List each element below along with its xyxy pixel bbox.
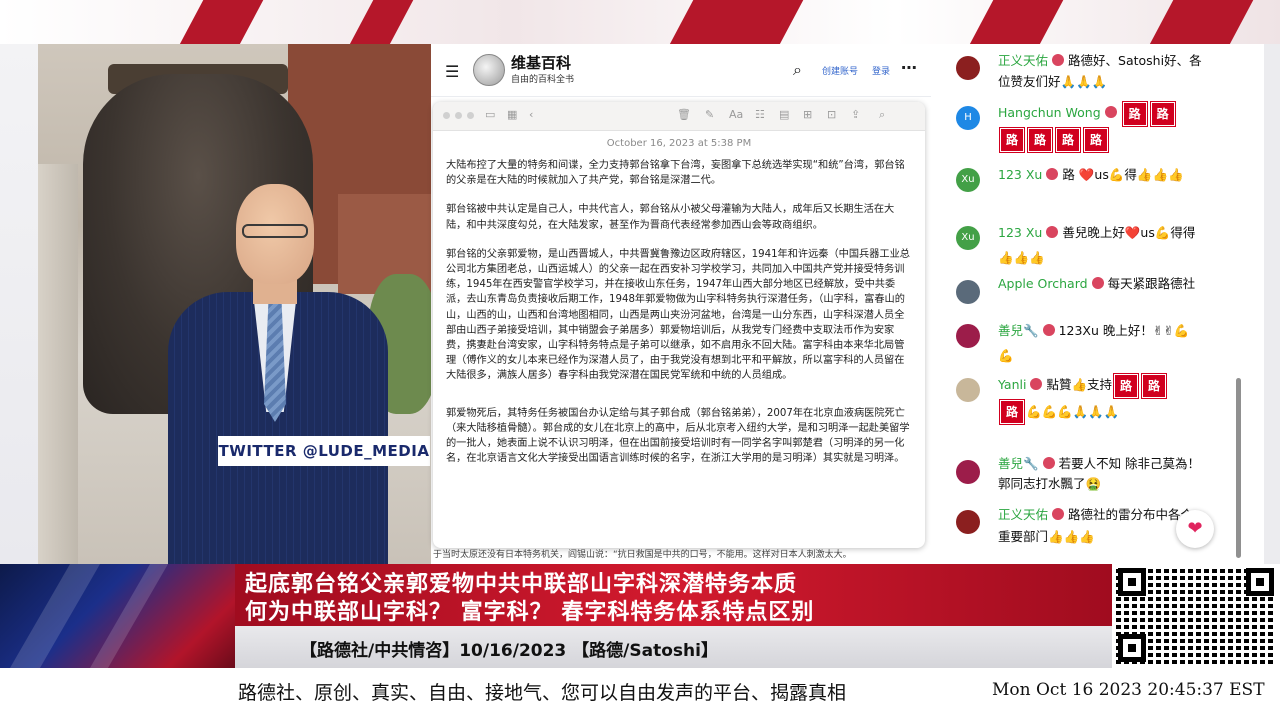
member-badge-icon (1104, 106, 1117, 118)
lude-logo-thumbnail (0, 564, 235, 668)
main-panel: TWITTER @LUDE_MEDIA ☰ 维基百科 自由的百科全书 ⌕ 创建账… (38, 44, 1264, 564)
avatar[interactable] (956, 378, 980, 402)
window-minimize-dot[interactable] (455, 112, 462, 119)
right-background (1264, 44, 1280, 564)
checklist-icon[interactable]: ☷ (755, 108, 765, 121)
window-close-dot[interactable] (443, 112, 450, 119)
wiki-title[interactable]: 维基百科 (511, 52, 571, 73)
note-paragraph: 大陆布控了大量的特务和间谍，全力支持郭台铭拿下台湾，妄图拿下总统选举实现“和统”… (446, 160, 905, 187)
create-account-link[interactable]: 创建账号 (822, 64, 858, 77)
member-badge-icon (1091, 277, 1104, 289)
left-background (0, 44, 38, 564)
wiki-header: ☰ 维基百科 自由的百科全书 ⌕ 创建账号 登录 ⋯ (431, 44, 931, 97)
chat-author[interactable]: 善兒🔧 (998, 456, 1039, 471)
lock-icon[interactable]: ⊡ (827, 108, 836, 121)
lu-sticker: 路 (1027, 127, 1053, 153)
twitter-handle-label: TWITTER @LUDE_MEDIA (218, 436, 430, 466)
more-icon[interactable]: ⋯ (901, 58, 917, 77)
avatar[interactable] (956, 510, 980, 534)
avatar[interactable]: H (956, 106, 980, 130)
back-icon[interactable]: ‹ (529, 108, 533, 121)
sidebar-icon[interactable]: ▭ (485, 108, 495, 121)
heart-reaction-icon[interactable]: ❤ (1176, 510, 1214, 548)
wiki-subtitle: 自由的百科全书 (511, 75, 575, 85)
grid-view-icon[interactable]: ▦ (507, 108, 517, 121)
wiki-body-text: 于当时太原还没有日本特务机关，阎锡山说：“抗日救国是中共的口号，不能用。这样对日… (433, 550, 852, 560)
wikipedia-logo-icon[interactable] (473, 54, 505, 86)
login-link[interactable]: 登录 (872, 64, 890, 77)
search-notes-icon[interactable]: ⌕ (879, 108, 885, 122)
attachment-icon[interactable]: ⊞ (803, 108, 812, 121)
timestamp-clock: Mon Oct 16 2023 20:45:37 EST (992, 680, 1265, 700)
member-badge-icon (1046, 168, 1059, 180)
host-video: TWITTER @LUDE_MEDIA (38, 44, 431, 564)
member-badge-icon (1052, 54, 1065, 66)
chat-text: 路 (1062, 167, 1075, 182)
glasses (242, 224, 308, 238)
chat-emoji: ❤️us💪得👍👍👍 (1078, 167, 1184, 182)
format-icon[interactable]: Aa (729, 108, 743, 121)
chat-author[interactable]: 正义天佑 (998, 507, 1048, 522)
window-zoom-dot[interactable] (467, 112, 474, 119)
chat-author[interactable]: 正义天佑 (998, 53, 1048, 68)
qr-finder (1118, 568, 1146, 596)
lu-sticker: 路 (1113, 372, 1140, 399)
chat-scrollbar[interactable] (1236, 378, 1241, 558)
avatar[interactable] (956, 280, 980, 304)
chat-emoji: 💪💪💪🙏🙏🙏 (1026, 403, 1120, 419)
lu-sticker: 路 (1149, 100, 1176, 127)
member-badge-icon (1042, 324, 1055, 336)
thumb-stripe (89, 564, 169, 668)
note-paragraph: 郭台铭的父亲郭爱物，是山西晋城人，中共晋冀鲁豫边区政府辖区，1941年和许远秦（… (446, 248, 910, 382)
compose-icon[interactable]: ✎ (705, 108, 714, 121)
live-chat: 正义天佑 路德好、Satoshi好、各位赞友们好🙏🙏🙏 H Hangchun Wo… (931, 44, 1264, 564)
lu-sticker: 路 (1055, 127, 1081, 153)
avatar[interactable] (956, 56, 980, 80)
avatar[interactable] (956, 460, 980, 484)
thumb-stripe (9, 564, 101, 668)
lu-sticker: 路 (999, 127, 1025, 153)
qr-finder (1246, 568, 1274, 596)
chat-author[interactable]: Yanli (998, 377, 1026, 392)
member-badge-icon (1046, 226, 1059, 238)
scrolling-ticker: 路德社、原创、真实、自由、接地气、您可以自由发声的平台、揭露真相 (238, 682, 847, 704)
search-icon[interactable]: ⌕ (793, 60, 802, 80)
chat-text: 每天紧跟路德社 (1107, 276, 1196, 291)
pillar (38, 164, 78, 564)
note-date: October 16, 2023 at 5:38 PM (606, 138, 752, 149)
host-person (158, 184, 408, 564)
avatar[interactable] (956, 324, 980, 348)
wikipedia-page: ☰ 维基百科 自由的百科全书 ⌕ 创建账号 登录 ⋯ ▭ ▦ ‹ 🗑 ✎ Aa … (431, 44, 931, 564)
note-body[interactable]: 大陆布控了大量的特务和间谍，全力支持郭台铭拿下台湾，妄图拿下总统选举实现“和统”… (446, 158, 914, 480)
lu-sticker: 路 (1121, 100, 1148, 127)
note-paragraph: 郭台铭被中共认定是自己人，中共代言人，郭台铭从小被父母灌输为大陆人，成年后又长期… (446, 204, 895, 231)
notes-toolbar: ▭ ▦ ‹ 🗑 ✎ Aa ☷ ▤ ⊞ ⊡ ⇪ ⌕ (433, 102, 925, 131)
member-badge-icon (1052, 508, 1065, 520)
chat-author[interactable]: 123 Xu (998, 225, 1042, 240)
headline-line-2: 何为中联部山字科？ 富字科？ 春字科特务体系特点区别 (245, 600, 815, 625)
chat-author[interactable]: Apple Orchard (998, 276, 1088, 291)
member-badge-icon (1042, 457, 1055, 469)
subtitle-text: 【路德社/中共情咨】10/16/2023 【路德/Satoshi】 (300, 641, 718, 661)
chat-author[interactable]: 123 Xu (998, 167, 1042, 182)
chat-text: 點贊👍支持 (1046, 377, 1113, 392)
avatar[interactable]: Xu (956, 226, 980, 250)
avatar[interactable]: Xu (956, 168, 980, 192)
lu-sticker: 路 (1083, 127, 1109, 153)
lu-sticker: 路 (1141, 372, 1168, 399)
trash-icon[interactable]: 🗑 (677, 108, 691, 121)
qr-finder (1118, 634, 1146, 662)
table-icon[interactable]: ▤ (779, 108, 789, 121)
lu-sticker: 路 (999, 399, 1025, 425)
share-icon[interactable]: ⇪ (851, 108, 860, 121)
chat-author[interactable]: Hangchun Wong (998, 105, 1101, 120)
notes-window: ▭ ▦ ‹ 🗑 ✎ Aa ☷ ▤ ⊞ ⊡ ⇪ ⌕ October 16, 202… (433, 102, 925, 548)
chat-author[interactable]: 善兒🔧 (998, 323, 1039, 338)
member-badge-icon (1030, 378, 1043, 390)
note-paragraph: 郭爱物死后，其特务任务被国台办认定给与其子郭台成（郭台铭弟弟），2007年在北京… (446, 407, 910, 465)
menu-icon[interactable]: ☰ (445, 62, 459, 81)
